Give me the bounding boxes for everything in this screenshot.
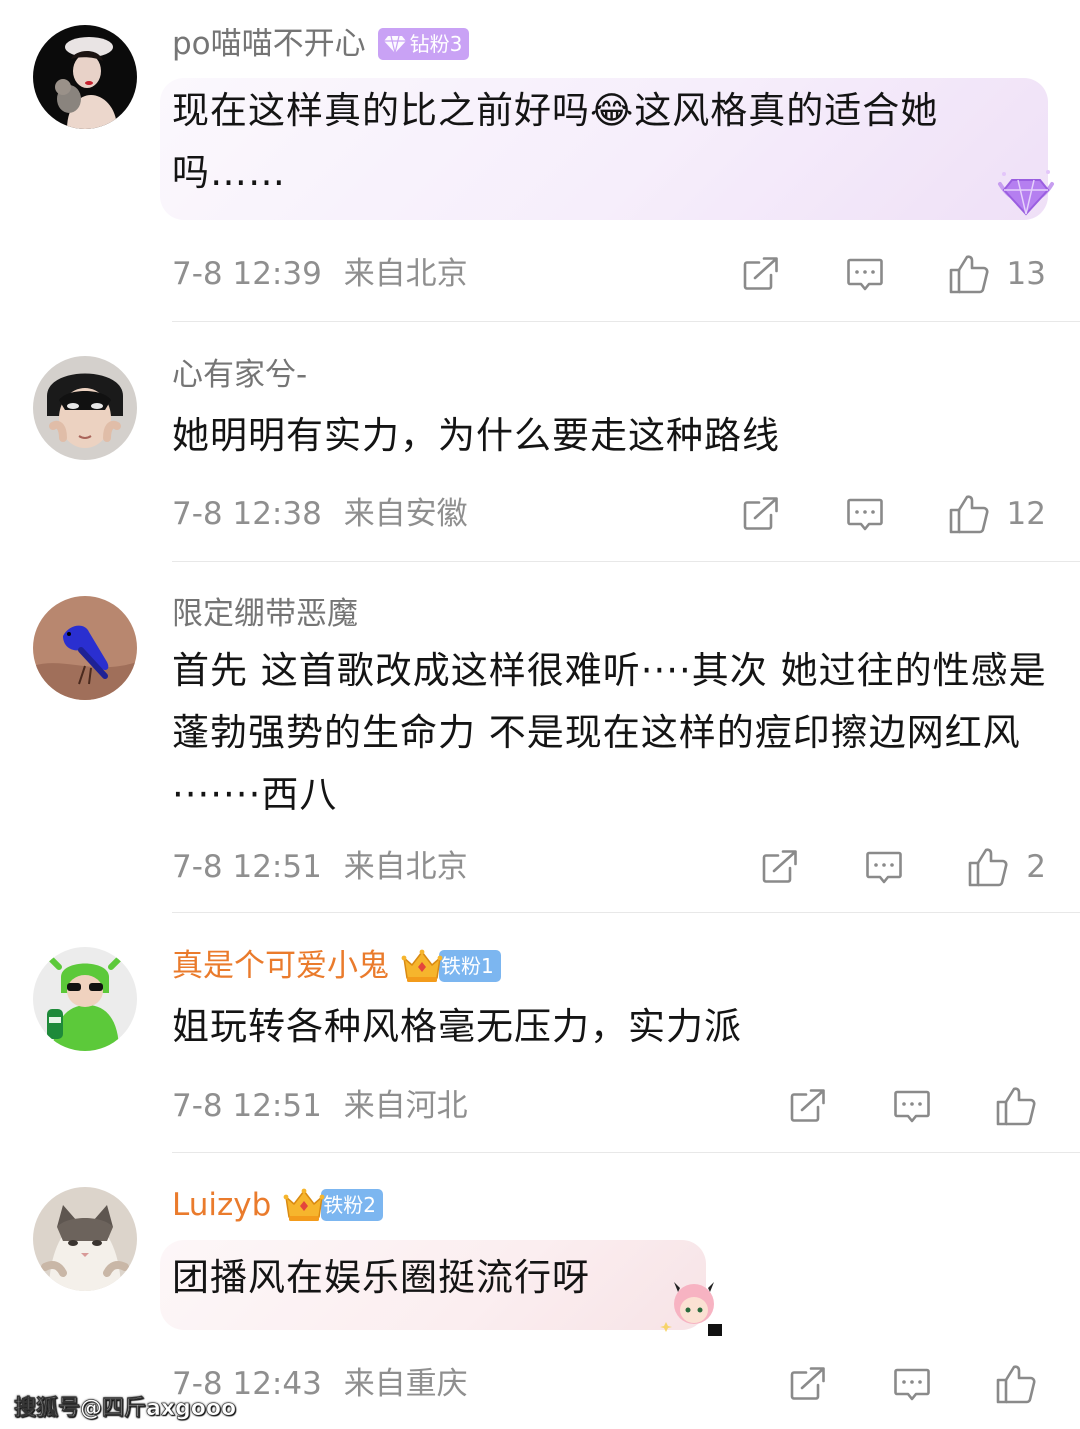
- avatar[interactable]: [33, 947, 137, 1051]
- comment-text: 姐玩转各种风格毫无压力，实力派: [172, 1005, 742, 1048]
- fan-badge[interactable]: 铁粉1: [401, 948, 501, 984]
- crown-icon: [401, 948, 443, 984]
- reply-button[interactable]: [892, 1086, 932, 1126]
- comment-icon: [864, 847, 904, 887]
- fan-badge-label: 钻粉3: [377, 28, 470, 60]
- comment-meta: 7-8 12:51 来自河北: [172, 1084, 468, 1128]
- username[interactable]: Luizyb: [172, 1183, 271, 1227]
- comment-time: 7-8 12:51: [172, 849, 322, 885]
- reply-button[interactable]: [864, 847, 904, 887]
- like-button[interactable]: [994, 1084, 1038, 1128]
- share-button[interactable]: [741, 494, 781, 534]
- comment-location: 来自安徽: [343, 496, 468, 532]
- like-count: 13: [1006, 256, 1046, 292]
- comment-actions: [788, 1362, 1038, 1406]
- comment-location: 来自北京: [343, 849, 468, 885]
- avatar-masked-man-image: [33, 356, 137, 460]
- username[interactable]: po喵喵不开心: [172, 22, 366, 66]
- thumbs-up-icon: [947, 252, 991, 296]
- reply-button[interactable]: [845, 494, 885, 534]
- username[interactable]: 限定绷带恶魔: [172, 592, 358, 636]
- comment-location: 来自重庆: [343, 1366, 468, 1402]
- share-icon: [788, 1364, 828, 1404]
- comment-location: 来自北京: [343, 256, 468, 292]
- like-count: 12: [1006, 496, 1046, 532]
- divider: [172, 561, 1080, 562]
- crown-icon: [283, 1187, 325, 1223]
- share-icon: [760, 847, 800, 887]
- thumbs-up-icon: [947, 492, 991, 536]
- comment-meta: 7-8 12:39 来自北京: [172, 252, 468, 296]
- comment-icon: [845, 494, 885, 534]
- avatar-woman-with-cat-image: [33, 25, 137, 129]
- avatar[interactable]: [33, 356, 137, 460]
- thumbs-up-icon: [994, 1084, 1038, 1128]
- comment-meta: 7-8 12:38 来自安徽: [172, 492, 468, 536]
- comment-location: 来自河北: [343, 1088, 468, 1124]
- share-button[interactable]: [788, 1364, 828, 1404]
- comment-text: 现在这样真的比之前好吗😂这风格真的适合她吗……: [172, 89, 939, 194]
- fan-badge-label: 铁粉1: [439, 950, 501, 982]
- comment-actions: 13: [741, 252, 1046, 296]
- like-count: 2: [1026, 849, 1046, 885]
- avatar[interactable]: [33, 596, 137, 700]
- share-icon: [741, 494, 781, 534]
- diamond-icon: [383, 35, 406, 54]
- like-button[interactable]: 12: [947, 492, 1046, 536]
- share-icon: [788, 1086, 828, 1126]
- avatar[interactable]: [33, 25, 137, 129]
- fan-badge-label: 铁粉2: [321, 1189, 384, 1221]
- fan-badge[interactable]: 铁粉2: [283, 1187, 384, 1223]
- share-icon: [741, 254, 781, 294]
- comment-icon: [892, 1086, 932, 1126]
- username[interactable]: 真是个可爱小鬼: [172, 944, 389, 988]
- comment-actions: 12: [741, 492, 1046, 536]
- share-button[interactable]: [788, 1086, 828, 1126]
- username[interactable]: 心有家兮-: [172, 353, 307, 397]
- comment-icon: [892, 1364, 932, 1404]
- comment-time: 7-8 12:39: [172, 256, 322, 292]
- like-button[interactable]: 13: [947, 252, 1046, 296]
- divider: [172, 912, 1080, 913]
- fan-badge[interactable]: 钻粉3: [377, 28, 470, 60]
- share-button[interactable]: [760, 847, 800, 887]
- divider: [172, 321, 1080, 322]
- share-button[interactable]: [741, 254, 781, 294]
- like-button[interactable]: [994, 1362, 1038, 1406]
- thumbs-up-icon: [994, 1362, 1038, 1406]
- divider: [172, 1152, 1080, 1153]
- thumbs-up-icon: [966, 845, 1010, 889]
- comment-actions: 2: [760, 845, 1046, 889]
- watermark: 搜狐号@四斤axgooo: [14, 1396, 237, 1422]
- comment-text: 团播风在娱乐圈挺流行呀: [172, 1256, 590, 1299]
- reply-button[interactable]: [845, 254, 885, 294]
- comment-icon: [845, 254, 885, 294]
- like-button[interactable]: 2: [966, 845, 1046, 889]
- comment-time: 7-8 12:38: [172, 496, 322, 532]
- comment-actions: [788, 1084, 1038, 1128]
- avatar[interactable]: [33, 1187, 137, 1291]
- comment-time: 7-8 12:51: [172, 1088, 322, 1124]
- avatar-child-green-hoodie-image: [33, 947, 137, 1051]
- comment-meta: 7-8 12:51 来自北京: [172, 845, 468, 889]
- avatar-cat-image: [33, 1187, 137, 1291]
- comment-text: 首先 这首歌改成这样很难听····其次 她过往的性感是蓬勃强势的生命力 不是现在…: [172, 649, 1047, 816]
- comment-text: 她明明有实力，为什么要走这种路线: [172, 414, 780, 457]
- avatar-blue-bird-image: [33, 596, 137, 700]
- reply-button[interactable]: [892, 1364, 932, 1404]
